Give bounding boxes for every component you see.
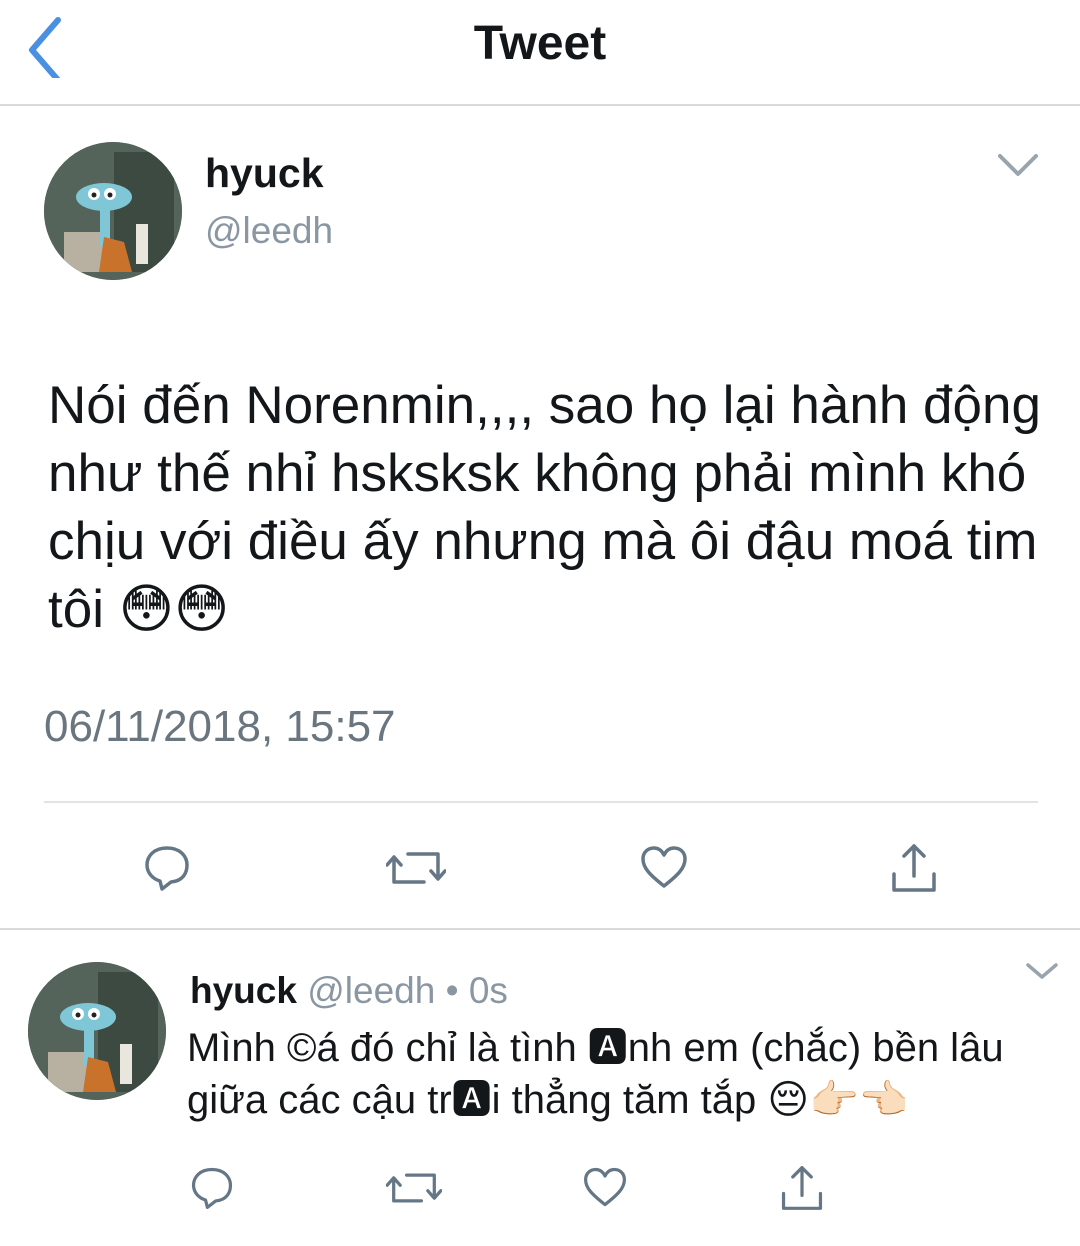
avatar-image <box>28 962 166 1100</box>
tweet-text: Nói đến Norenmin,,,, sao họ lại hành độn… <box>48 376 1056 639</box>
avatar[interactable] <box>28 962 166 1100</box>
like-button[interactable] <box>577 1160 633 1216</box>
share-button[interactable] <box>774 1160 830 1216</box>
share-icon <box>781 1166 823 1210</box>
share-button[interactable] <box>884 838 944 898</box>
divider <box>0 928 1080 930</box>
avatar[interactable] <box>44 142 182 280</box>
divider <box>44 801 1038 803</box>
tweet-menu-button[interactable] <box>994 150 1042 182</box>
author-handle[interactable]: @leedh <box>205 210 333 252</box>
share-icon <box>892 844 936 892</box>
author-handle[interactable]: @leedh <box>307 970 435 1011</box>
retweet-icon <box>386 852 446 884</box>
tweet-timestamp[interactable]: 06/11/2018, 15:57 <box>44 702 396 752</box>
like-button[interactable] <box>634 838 694 898</box>
reply-button[interactable] <box>184 1160 240 1216</box>
chevron-down-icon <box>998 154 1038 176</box>
retweet-button[interactable] <box>386 838 446 898</box>
retweet-icon <box>386 1173 442 1203</box>
author-name[interactable]: hyuck <box>205 150 324 197</box>
heart-icon <box>584 1167 626 1207</box>
retweet-button[interactable] <box>386 1160 442 1216</box>
separator-dot: • <box>445 970 459 1011</box>
heart-icon <box>641 846 687 888</box>
reply-header: hyuck @leedh • 0s <box>190 970 508 1012</box>
top-nav-bar: Tweet <box>0 0 1080 106</box>
page-title: Tweet <box>473 17 607 70</box>
avatar-image <box>44 142 182 280</box>
tweet-menu-button[interactable] <box>1024 960 1060 982</box>
tweet-time[interactable]: 0s <box>469 970 508 1011</box>
reply-icon <box>145 846 189 891</box>
author-name[interactable]: hyuck <box>190 970 297 1011</box>
chevron-down-icon <box>1026 963 1058 979</box>
reply-button[interactable] <box>137 838 197 898</box>
tweet-text: Mình ©á đó chỉ là tình 🅰nh em (chắc) bền… <box>187 1026 1015 1122</box>
reply-icon <box>191 1167 233 1209</box>
